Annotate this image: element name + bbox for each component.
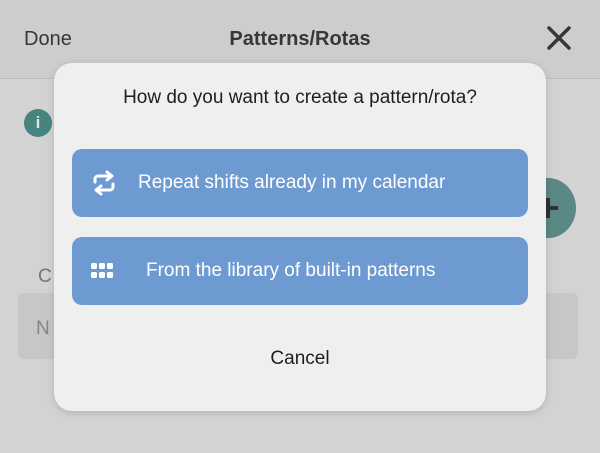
repeat-shifts-button[interactable]: Repeat shifts already in my calendar bbox=[72, 149, 528, 217]
screen: Done Patterns/Rotas i C N How do you wan… bbox=[0, 0, 600, 453]
library-patterns-button[interactable]: From the library of built-in patterns bbox=[72, 237, 528, 305]
repeat-shifts-label: Repeat shifts already in my calendar bbox=[138, 172, 446, 193]
library-patterns-label: From the library of built-in patterns bbox=[146, 260, 436, 281]
create-pattern-dialog: How do you want to create a pattern/rota… bbox=[54, 63, 546, 411]
cancel-button[interactable]: Cancel bbox=[204, 341, 396, 377]
grid-dots-icon bbox=[91, 263, 113, 278]
dialog-title: How do you want to create a pattern/rota… bbox=[123, 87, 477, 108]
repeat-icon bbox=[93, 170, 115, 196]
